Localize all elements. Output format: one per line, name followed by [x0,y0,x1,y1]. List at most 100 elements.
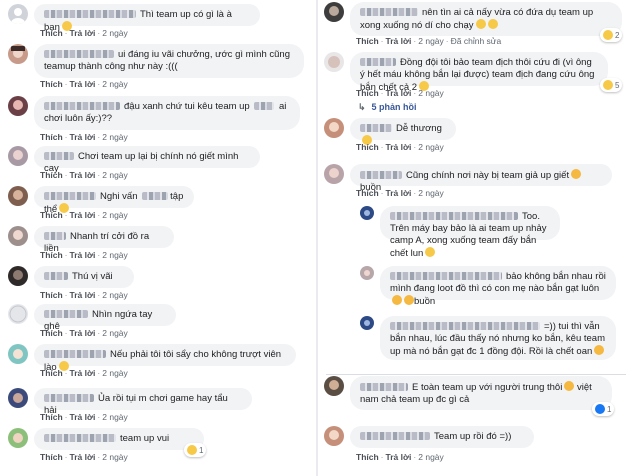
reaction-summary[interactable]: 2 [600,28,623,42]
timestamp[interactable]: 2 ngày [418,88,444,98]
commenter-name[interactable] [360,383,408,391]
commenter-name[interactable] [360,171,402,179]
like-link[interactable]: Thích [356,452,379,462]
avatar[interactable] [324,118,344,138]
timestamp[interactable]: 2 ngày [418,36,444,46]
avatar[interactable] [8,4,28,24]
timestamp[interactable]: 2 ngày [102,368,128,378]
reply-link[interactable]: Trả lời [70,132,96,142]
commenter-name[interactable] [44,152,74,160]
commenter-name[interactable] [390,322,540,330]
commenter-name[interactable] [44,102,120,110]
timestamp[interactable]: 2 ngày [418,452,444,462]
avatar[interactable] [360,266,374,280]
avatar[interactable] [324,52,344,72]
avatar[interactable] [324,164,344,184]
avatar[interactable] [8,304,28,324]
reply-link[interactable]: Trả lời [70,290,96,300]
commenter-name[interactable] [390,272,502,280]
reply-link[interactable]: Trả lời [70,452,96,462]
commenter-name[interactable] [360,432,430,440]
reply-link[interactable]: Trả lời [70,412,96,422]
avatar[interactable] [8,428,28,448]
reply-link[interactable]: Trả lời [70,328,96,338]
reply-link[interactable]: Trả lời [386,88,412,98]
edited-label[interactable]: Đã chỉnh sửa [451,36,502,46]
timestamp[interactable]: 2 ngày [418,188,444,198]
like-link[interactable]: Thích [40,132,63,142]
reply-link[interactable]: Trả lời [70,79,96,89]
like-link[interactable]: Thích [40,452,63,462]
reaction-summary[interactable]: 1 [592,402,615,416]
comment-actions: Thích · Trả lời · 2 ngày [356,188,444,198]
mentioned-name[interactable] [142,192,169,200]
reaction-summary[interactable]: 5 [600,78,623,92]
like-link[interactable]: Thích [40,328,63,338]
commenter-name[interactable] [360,124,392,132]
avatar[interactable] [324,2,344,22]
like-link[interactable]: Thích [40,290,63,300]
like-link[interactable]: Thích [356,36,379,46]
like-link[interactable]: Thích [40,250,63,260]
reply-link[interactable]: Trả lời [386,36,412,46]
commenter-name[interactable] [360,8,418,16]
commenter-name[interactable] [44,272,68,280]
reply-link[interactable]: Trả lời [386,188,412,198]
timestamp[interactable]: 2 ngày [102,412,128,422]
like-link[interactable]: Thích [356,88,379,98]
like-link[interactable]: Thích [356,188,379,198]
commenter-name[interactable] [44,394,94,402]
timestamp[interactable]: 2 ngày [102,328,128,338]
timestamp[interactable]: 2 ngày [102,452,128,462]
timestamp[interactable]: 2 ngày [102,170,128,180]
avatar[interactable] [8,96,28,116]
commenter-name[interactable] [44,10,136,18]
like-link[interactable]: Thích [356,142,379,152]
timestamp[interactable]: 2 ngày [102,79,128,89]
timestamp[interactable]: 2 ngày [418,142,444,152]
like-link[interactable]: Thích [40,368,63,378]
view-replies-link[interactable]: ↳ 5 phản hồi [358,102,417,113]
like-link[interactable]: Thích [40,412,63,422]
avatar[interactable] [324,426,344,446]
timestamp[interactable]: 2 ngày [102,28,128,38]
avatar[interactable] [8,44,28,64]
timestamp[interactable]: 2 ngày [102,250,128,260]
avatar[interactable] [8,266,28,286]
reply-link[interactable]: Trả lời [386,142,412,152]
mentioned-name[interactable] [254,102,275,110]
commenter-name[interactable] [390,212,518,220]
timestamp[interactable]: 2 ngày [102,132,128,142]
like-link[interactable]: Thích [40,79,63,89]
reaction-summary[interactable]: 1 [184,443,207,457]
commenter-name[interactable] [44,350,106,358]
user-photo-icon [324,2,344,22]
avatar[interactable] [8,226,28,246]
timestamp[interactable]: 2 ngày [102,290,128,300]
avatar[interactable] [8,146,28,166]
reply-link[interactable]: Trả lời [386,452,412,462]
avatar[interactable] [360,206,374,220]
reply-link[interactable]: Trả lời [70,368,96,378]
commenter-name[interactable] [44,434,116,442]
like-link[interactable]: Thích [40,28,63,38]
user-photo-icon [8,266,28,286]
commenter-name[interactable] [44,50,114,58]
reply-link[interactable]: Trả lời [70,28,96,38]
commenter-name[interactable] [44,232,66,240]
reply-link[interactable]: Trả lời [70,210,96,220]
commenter-name[interactable] [44,310,88,318]
avatar[interactable] [8,344,28,364]
avatar[interactable] [8,186,28,206]
commenter-name[interactable] [360,58,396,66]
timestamp[interactable]: 2 ngày [102,210,128,220]
avatar[interactable] [324,376,344,396]
reply-link[interactable]: Trả lời [70,250,96,260]
comment-actions: Thích · Trả lời · 2 ngày [40,368,128,378]
reply-link[interactable]: Trả lời [70,170,96,180]
commenter-name[interactable] [44,192,96,200]
like-link[interactable]: Thích [40,210,63,220]
like-link[interactable]: Thích [40,170,63,180]
avatar[interactable] [8,388,28,408]
avatar[interactable] [360,316,374,330]
